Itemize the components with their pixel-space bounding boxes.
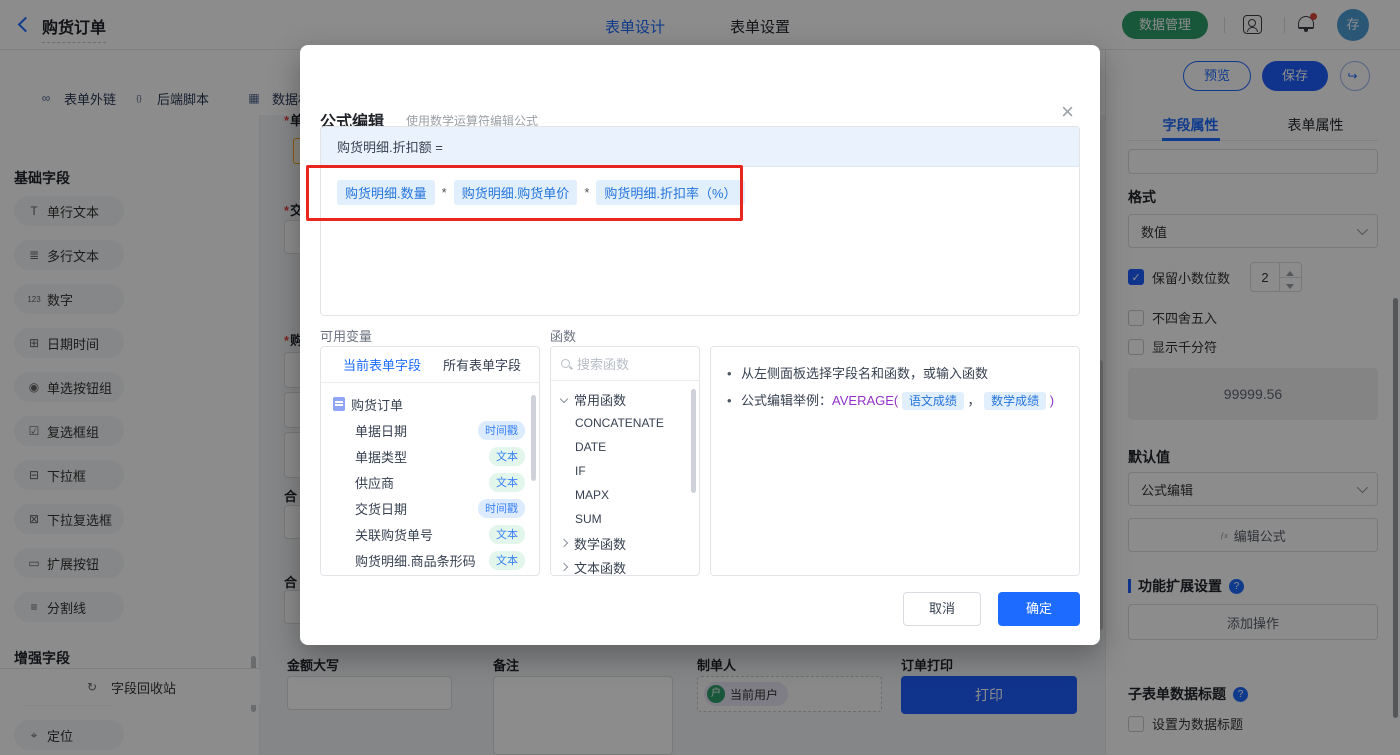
function-group-common[interactable]: 常用函数 xyxy=(551,387,699,411)
search-placeholder: 搜索函数 xyxy=(577,357,630,372)
function-item[interactable]: DATE xyxy=(551,435,699,459)
help-text: 从左侧面板选择字段名和函数，或输入函数 xyxy=(741,366,989,381)
function-item[interactable]: MAPX xyxy=(551,483,699,507)
group-label: 数学函数 xyxy=(574,536,627,552)
function-item[interactable]: IF xyxy=(551,459,699,483)
variables-scrollbar[interactable] xyxy=(531,395,536,481)
variables-section-label: 可用变量 xyxy=(320,329,373,344)
help-text: 公式编辑举例： xyxy=(741,393,833,408)
function-name: IF xyxy=(575,464,586,478)
tab-current-form-fields[interactable]: 当前表单字段 xyxy=(343,355,421,374)
variable-item[interactable]: 供应商 文本 xyxy=(321,469,539,495)
functions-section-label: 函数 xyxy=(550,329,577,344)
help-line-2: • 公式编辑举例：AVERAGE( 语文成绩 ， 数学成绩 ) xyxy=(727,387,1063,415)
example-comma: ， xyxy=(967,393,981,408)
example-function-open: AVERAGE( xyxy=(832,393,899,408)
type-badge: 文本 xyxy=(489,472,525,492)
group-label: 文本函数 xyxy=(574,560,627,576)
variable-item[interactable]: 交货日期 时间戳 xyxy=(321,495,539,521)
group-label: 常用函数 xyxy=(574,392,627,408)
type-badge: 时间戳 xyxy=(478,420,525,440)
search-icon xyxy=(561,359,570,368)
variable-item[interactable]: 单据日期 时间戳 xyxy=(321,417,539,443)
cancel-button[interactable]: 取消 xyxy=(903,592,981,626)
variable-name: 单据类型 xyxy=(355,449,408,465)
type-badge: 文本 xyxy=(489,446,525,466)
functions-panel: 搜索函数 常用函数 CONCATENATE DATE IF MAPX SUM 数… xyxy=(550,346,700,576)
help-line-1: • 从左侧面板选择字段名和函数，或输入函数 xyxy=(727,360,1063,387)
function-name: MAPX xyxy=(575,488,610,502)
variables-tabs: 当前表单字段 所有表单字段 xyxy=(321,347,539,383)
tree-root-form[interactable]: 购货订单 xyxy=(321,391,539,417)
example-token: 语文成绩 xyxy=(901,392,964,410)
function-search-input[interactable]: 搜索函数 xyxy=(551,347,699,381)
annotation-highlight-box xyxy=(306,165,743,221)
variables-panel: 当前表单字段 所有表单字段 购货订单 单据日期 时间戳 单据类型 文本 供应商 文本 … xyxy=(320,346,540,576)
variable-item[interactable]: 单据类型 文本 xyxy=(321,443,539,469)
formula-editor-box: 购货明细.折扣额 = 购货明细.数量 * 购货明细.购货单价 * 购货明细.折扣… xyxy=(320,126,1080,316)
function-name: CONCATENATE xyxy=(575,416,664,430)
type-badge: 文本 xyxy=(489,550,525,570)
form-doc-icon xyxy=(333,397,345,411)
variables-tree: 购货订单 单据日期 时间戳 单据类型 文本 供应商 文本 交货日期 时间戳 关联购货单号… xyxy=(321,383,539,573)
variable-name: 交货日期 xyxy=(355,501,408,517)
type-badge: 时间戳 xyxy=(478,498,525,518)
variable-name: 关联购货单号 xyxy=(355,527,434,543)
variable-item[interactable]: 关联购货单号 文本 xyxy=(321,521,539,547)
close-icon[interactable]: × xyxy=(1061,101,1074,123)
function-name: DATE xyxy=(575,440,607,454)
tree-root-label: 购货订单 xyxy=(351,397,404,413)
variable-item[interactable]: 购货明细.商品条形码 文本 xyxy=(321,547,539,573)
example-function-close: ) xyxy=(1049,393,1055,408)
function-group-math[interactable]: 数学函数 xyxy=(551,531,699,555)
functions-scrollbar[interactable] xyxy=(691,389,696,493)
app-window: 购货订单 表单设计 表单设置 数据管理 存 预览 保存 ↪ ∞ 表单外链 {} … xyxy=(0,0,1400,755)
confirm-button[interactable]: 确定 xyxy=(998,592,1080,626)
bullet-icon: • xyxy=(727,366,732,381)
function-name: SUM xyxy=(575,512,602,526)
functions-tree: 常用函数 CONCATENATE DATE IF MAPX SUM 数学函数 文… xyxy=(551,381,699,576)
chevron-right-icon xyxy=(559,562,569,572)
help-panel: • 从左侧面板选择字段名和函数，或输入函数 • 公式编辑举例：AVERAGE( 语文… xyxy=(710,346,1080,576)
tab-all-form-fields[interactable]: 所有表单字段 xyxy=(443,355,521,374)
function-item[interactable]: SUM xyxy=(551,507,699,531)
chevron-right-icon xyxy=(559,538,569,548)
variable-name: 供应商 xyxy=(355,475,395,491)
function-group-text[interactable]: 文本函数 xyxy=(551,555,699,576)
formula-target: 购货明细.折扣额 = xyxy=(321,127,1079,167)
example-token: 数学成绩 xyxy=(984,392,1047,410)
type-badge: 文本 xyxy=(489,524,525,544)
variable-name: 购货明细.商品条形码 xyxy=(355,553,476,569)
formula-editor-modal: 公式编辑 使用数学运算符编辑公式 × 购货明细.折扣额 = 购货明细.数量 * … xyxy=(300,45,1100,645)
variable-name: 单据日期 xyxy=(355,423,408,439)
bullet-icon: • xyxy=(727,393,732,408)
function-item[interactable]: CONCATENATE xyxy=(551,411,699,435)
chevron-down-icon xyxy=(559,394,569,404)
